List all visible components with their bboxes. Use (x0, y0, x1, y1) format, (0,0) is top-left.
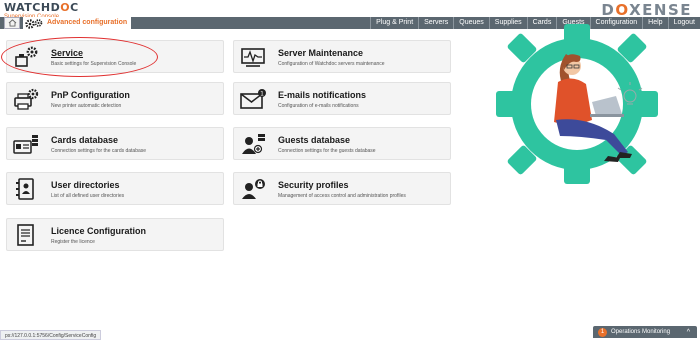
card-description: Connection settings for the guests datab… (278, 148, 376, 154)
card-title: E-mails notifications (278, 90, 367, 100)
operations-monitoring-panel[interactable]: 1 Operations Monitoring ^ (593, 326, 697, 338)
svg-text:1: 1 (260, 90, 264, 97)
card-database-icon (13, 135, 38, 154)
card-title: PnP Configuration (51, 90, 130, 100)
card-licence-configuration[interactable]: Licence Configuration Register the licen… (6, 218, 224, 251)
card-user-directories[interactable]: User directories List of all defined use… (6, 172, 224, 205)
nav-servers[interactable]: Servers (418, 17, 453, 29)
card-description: List of all defined user directories (51, 193, 125, 199)
card-title: Guests database (278, 135, 351, 145)
address-book-icon (16, 178, 34, 200)
card-service[interactable]: Service Basic settings for Supervision C… (6, 40, 224, 73)
card-title: User directories (51, 180, 120, 190)
section-title: Advanced configuration (45, 17, 132, 29)
card-server-maintenance[interactable]: Server Maintenance Configuration of Watc… (233, 40, 451, 73)
card-description: Management of access control and adminis… (278, 193, 406, 199)
operations-count-badge: 1 (598, 327, 607, 337)
card-description: Register the licence (51, 239, 95, 245)
home-button[interactable] (4, 17, 20, 29)
card-title: Licence Configuration (51, 226, 147, 236)
card-description: Configuration of Watchdoc servers mainte… (278, 61, 385, 67)
nav-logout[interactable]: Logout (667, 17, 700, 29)
card-security-profiles[interactable]: Security profiles Management of access c… (233, 172, 451, 205)
printer-gear-icon (14, 88, 39, 110)
card-guests-database[interactable]: Guests database Connection settings for … (233, 127, 451, 160)
card-title: Service (51, 48, 84, 58)
nav-plug-and-print[interactable]: Plug & Print (370, 17, 418, 29)
guest-database-icon (242, 134, 265, 154)
card-title: Security profiles (278, 180, 349, 190)
card-description: Configuration of e-mails notifications (278, 103, 359, 109)
card-pnp-configuration[interactable]: PnP Configuration New printer automatic … (6, 82, 224, 115)
card-title: Cards database (51, 135, 119, 145)
card-description: Connection settings for the cards databa… (51, 148, 147, 154)
operations-label: Operations Monitoring (611, 329, 671, 335)
card-title: Server Maintenance (278, 48, 364, 58)
nav-queues[interactable]: Queues (453, 17, 489, 29)
card-description: New printer automatic detection (51, 103, 122, 109)
status-bar-url: ps://127.0.0.1:5756/Config/ServiceConfig (0, 330, 102, 340)
config-gears-icon (23, 17, 45, 29)
card-cards-database[interactable]: Cards database Connection settings for t… (6, 127, 224, 160)
logo-text: WATCHDOC (4, 1, 79, 14)
card-description: Basic settings for Supervision Console (51, 61, 137, 67)
card-emails-notifications[interactable]: 1 E-mails notifications Configuration of… (233, 82, 451, 115)
chevron-up-icon[interactable]: ^ (687, 329, 690, 336)
gear-woman-illustration (496, 24, 658, 184)
user-lock-icon (242, 179, 265, 199)
maintenance-monitor-icon (241, 48, 265, 67)
home-icon (8, 19, 16, 27)
envelope-icon: 1 (240, 89, 266, 109)
licence-document-icon (17, 224, 34, 246)
service-gears-icon (15, 46, 38, 67)
